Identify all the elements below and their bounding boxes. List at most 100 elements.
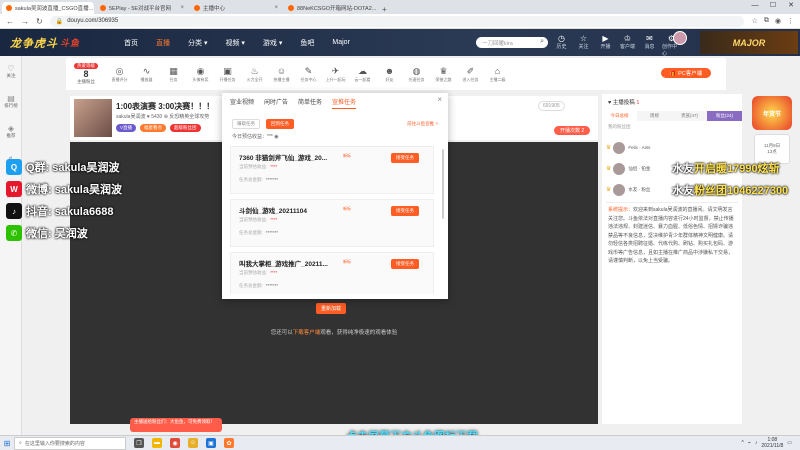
major-banner[interactable]: MAJOR (700, 31, 798, 54)
room-tag[interactable]: V直播 (116, 124, 137, 132)
task-item[interactable]: ◍ 光速任务 (405, 59, 428, 89)
browser-tab[interactable]: sakula吴润波直播_CSGO直播...× (2, 2, 94, 14)
bottom-promo[interactable]: 主播送给粉丝们：大鱼鱼，可免费领取！ (130, 418, 222, 432)
accept-task-button[interactable]: 接受任务 (391, 206, 419, 216)
task-item[interactable]: ⌂ 主播二级 (486, 59, 509, 89)
notification-icon[interactable]: ▭ (787, 440, 792, 446)
menu-dots-icon[interactable]: ⋮ (787, 17, 794, 25)
pc-client-download-button[interactable]: 🎁 PC客户端 (661, 68, 711, 78)
task-estimate: 当前预估收益: **** (239, 217, 277, 223)
popup-tab[interactable]: 宣推任务 (332, 97, 357, 109)
reload-video-button[interactable]: 重新加载 (316, 303, 347, 314)
popup-tab[interactable]: 闲时广告 (264, 97, 288, 109)
nav-item[interactable]: 游戏 ▾ (254, 29, 291, 56)
accept-task-button[interactable]: 接受任务 (391, 153, 419, 163)
room-tag[interactable]: 福星看点 (140, 124, 167, 132)
site-logo[interactable]: 龙争虎斗 斗鱼 (0, 29, 115, 56)
task-item[interactable]: ☻ 好友 (378, 59, 401, 89)
extensions-icon[interactable]: ⧉ (764, 17, 769, 25)
rank-user[interactable]: ♛ Felix · Aimi (606, 137, 738, 158)
sidebar-item[interactable]: ▤ 排行榜 (0, 86, 22, 116)
volume-icon[interactable]: ♪ (755, 440, 758, 446)
bookmark-star-icon[interactable]: ☆ (752, 17, 758, 25)
task-item[interactable]: ✎ 任务中心 (297, 59, 320, 89)
popup-subtab[interactable]: 赚取任务 (232, 119, 260, 129)
network-icon[interactable]: ⌁ (748, 440, 751, 446)
nav-item[interactable]: 首页 (115, 29, 147, 56)
popup-subtab[interactable]: 回到任务 (266, 119, 294, 129)
fan-level[interactable]: 热爱等级 8 主播粉丝 (66, 59, 106, 89)
url-input[interactable]: 🔒 douyu.com/306935 (49, 15, 744, 27)
header-icon-item[interactable]: ☆ 关注 (574, 34, 593, 57)
popup-tab[interactable]: 宣业视频 (230, 97, 254, 109)
nav-item[interactable]: 直播 (147, 29, 179, 56)
user-avatar[interactable] (673, 31, 687, 45)
task-item[interactable]: ☺ 热播主播 (270, 59, 293, 89)
lottery-button[interactable]: 开播次数 2 (554, 126, 591, 135)
douyu-promo-link[interactable]: 前往斗鱼宣推 > (407, 121, 438, 127)
file-explorer-icon[interactable]: ▬ (152, 438, 162, 448)
task-item[interactable]: ☁ 云一起看 (351, 59, 374, 89)
streamer-avatar[interactable] (74, 99, 112, 137)
maximize-icon[interactable]: ☐ (764, 0, 782, 12)
nav-item[interactable]: 分类 ▾ (179, 29, 216, 56)
header-icon-item[interactable]: ✉ 消息 (640, 34, 659, 57)
minimize-icon[interactable]: — (746, 0, 764, 12)
site-search-input[interactable]: 一刀回暖kira ⌕ (476, 37, 548, 48)
forward-icon[interactable]: → (21, 17, 29, 26)
tab-close-icon[interactable]: × (93, 5, 94, 11)
app-icon[interactable]: ▣ (206, 438, 216, 448)
task-item[interactable]: ◉ 头像有奖 (189, 59, 212, 89)
task-item[interactable]: ▦ 任务 (162, 59, 185, 89)
sidebar-item[interactable]: ◈ 推荐 (0, 116, 22, 146)
task-item[interactable]: ✐ 进入任务 (459, 59, 482, 89)
new-tab-button[interactable]: + (378, 5, 391, 14)
close-icon[interactable]: × (437, 95, 442, 104)
rank-tab[interactable]: 粉丝(24) (707, 111, 742, 121)
douyu-app-icon[interactable]: ✿ (224, 438, 234, 448)
room-tag[interactable]: 超级粉丝团 (170, 124, 201, 132)
header-icon-item[interactable]: ♔ 客户端 (618, 34, 637, 57)
chrome-icon[interactable]: ◉ (170, 438, 180, 448)
sidebar-item[interactable]: ♡ 关注 (0, 56, 22, 86)
task-item[interactable]: ◎ 直播评分 (108, 59, 131, 89)
tab-close-icon[interactable]: × (274, 5, 278, 11)
clock-date: 2021/11/8 (761, 443, 784, 449)
taskbar-search-input[interactable]: ⌕ 在这里输入你要搜索的内容 (14, 436, 126, 450)
download-client-link[interactable]: 下载客户端 (293, 330, 321, 336)
rank-tab[interactable]: 贵族(47) (672, 111, 707, 121)
search-icon[interactable]: ⌕ (540, 38, 544, 46)
nav-item[interactable]: Major (323, 29, 359, 56)
windows-start-icon[interactable]: ⊞ (0, 439, 14, 448)
header-icon-item[interactable]: ◷ 历史 (552, 34, 571, 57)
promo-badge[interactable]: 年货节 (752, 96, 792, 130)
taskbar-apps: ❐ ▬ ◉ ☺ ▣ ✿ (134, 438, 234, 448)
task-item[interactable]: ♨ 火力全开 (243, 59, 266, 89)
task-item[interactable]: ▣ 开播任务 (216, 59, 239, 89)
clock[interactable]: 1:08 2021/11/8 (761, 437, 783, 449)
task-item[interactable]: ♛ 荣誉之路 (432, 59, 455, 89)
nav-item[interactable]: 鱼吧 (291, 29, 323, 56)
back-icon[interactable]: ← (6, 17, 14, 26)
tab-close-icon[interactable]: × (180, 5, 184, 11)
app-icon[interactable]: ☺ (188, 438, 198, 448)
accept-task-button[interactable]: 接受任务 (391, 259, 419, 269)
rank-tab[interactable]: 今日总榜 (602, 111, 637, 121)
nav-item[interactable]: 视频 ▾ (216, 29, 253, 56)
task-icon: ∿ (142, 66, 151, 76)
profile-icon[interactable]: ◉ (775, 17, 781, 25)
browser-tab[interactable]: 5EPlay - 5E对战平台官网 × (96, 2, 188, 14)
popup-tab[interactable]: 简单任务 (298, 97, 322, 109)
close-window-icon[interactable]: ✕ (782, 0, 800, 12)
rank-tab[interactable]: 周榜 (637, 111, 672, 121)
header-icon-item[interactable]: ▶ 开播 (596, 34, 615, 57)
browser-tab[interactable]: 88NeKCSGO开箱网站-DOTA2...× (284, 2, 376, 14)
scrollbar[interactable] (442, 149, 444, 219)
tray-chevron-icon[interactable]: ^ (742, 440, 744, 446)
task-item[interactable]: ∿ 播放器 (135, 59, 158, 89)
sidebar-label: 推荐 (6, 132, 16, 138)
reload-icon[interactable]: ↻ (36, 17, 43, 26)
browser-tab[interactable]: 主播中心 × (190, 2, 282, 14)
task-view-icon[interactable]: ❐ (134, 438, 144, 448)
task-item[interactable]: ✈ 上升一起玩 (324, 59, 347, 89)
